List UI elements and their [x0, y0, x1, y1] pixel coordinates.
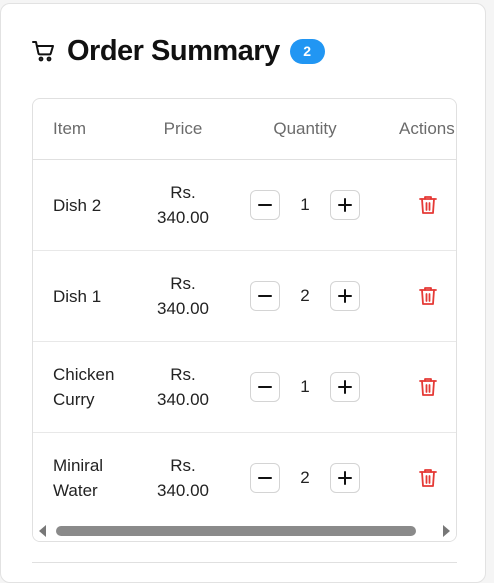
- item-name: Chicken Curry: [53, 365, 115, 409]
- quantity-value: 2: [300, 468, 310, 487]
- scroll-left-arrow-icon[interactable]: [39, 525, 46, 537]
- item-price: Rs. 340.00: [143, 251, 223, 341]
- price-amount: 340.00: [157, 299, 209, 318]
- page-title: Order Summary: [67, 34, 280, 67]
- remove-item-button[interactable]: [417, 285, 439, 307]
- price-currency: Rs.: [170, 183, 196, 202]
- table-row: Miniral Water Rs. 340.00 2: [33, 433, 456, 524]
- increase-quantity-button[interactable]: [330, 372, 360, 402]
- price-amount: 340.00: [157, 208, 209, 227]
- trash-icon: [419, 287, 437, 305]
- quantity-stepper: 1: [250, 342, 360, 432]
- order-table: Item Price Quantity Actions Dish 2 Rs. 34…: [32, 98, 457, 542]
- quantity-stepper: 1: [250, 160, 360, 250]
- remove-item-button[interactable]: [417, 467, 439, 489]
- quantity-value: 1: [300, 195, 310, 214]
- actions-cell: [417, 251, 439, 341]
- item-price: Rs. 340.00: [143, 433, 223, 523]
- remove-item-button[interactable]: [417, 194, 439, 216]
- decrease-quantity-button[interactable]: [250, 463, 280, 493]
- table-row: Dish 2 Rs. 340.00 1: [33, 160, 456, 251]
- price-amount: 340.00: [157, 390, 209, 409]
- trash-icon: [419, 196, 437, 214]
- plus-icon: [338, 289, 352, 303]
- decrease-quantity-button[interactable]: [250, 372, 280, 402]
- increase-quantity-button[interactable]: [330, 281, 360, 311]
- item-price: Rs. 340.00: [143, 160, 223, 250]
- minus-icon: [258, 386, 272, 388]
- plus-icon: [338, 198, 352, 212]
- actions-cell: [417, 433, 439, 523]
- table-header-row: Item Price Quantity Actions: [33, 99, 456, 160]
- item-name: Dish 2: [53, 195, 102, 215]
- column-header-price: Price: [163, 119, 203, 138]
- item-name: Miniral Water: [53, 456, 104, 500]
- scrollbar-thumb[interactable]: [56, 526, 416, 536]
- minus-icon: [258, 477, 272, 479]
- table-row: Dish 1 Rs. 340.00 2: [33, 251, 456, 342]
- scroll-right-arrow-icon[interactable]: [443, 525, 450, 537]
- table-row: Chicken Curry Rs. 340.00 1: [33, 342, 456, 433]
- trash-icon: [419, 378, 437, 396]
- quantity-stepper: 2: [250, 433, 360, 523]
- column-header-quantity: Quantity: [273, 119, 337, 138]
- item-price: Rs. 340.00: [143, 342, 223, 432]
- trash-icon: [419, 469, 437, 487]
- order-summary-card: Order Summary 2 Item Price Quantity Acti…: [0, 3, 486, 583]
- quantity-value: 2: [300, 286, 310, 305]
- decrease-quantity-button[interactable]: [250, 281, 280, 311]
- item-count-badge: 2: [289, 38, 325, 64]
- price-currency: Rs.: [170, 365, 196, 384]
- horizontal-scrollbar[interactable]: [33, 521, 456, 541]
- actions-cell: [417, 342, 439, 432]
- plus-icon: [338, 380, 352, 394]
- increase-quantity-button[interactable]: [330, 463, 360, 493]
- quantity-stepper: 2: [250, 251, 360, 341]
- minus-icon: [258, 204, 272, 206]
- plus-icon: [338, 471, 352, 485]
- quantity-value: 1: [300, 377, 310, 396]
- item-name: Dish 1: [53, 286, 102, 306]
- price-currency: Rs.: [170, 456, 196, 475]
- minus-icon: [258, 295, 272, 297]
- order-table-content: Item Price Quantity Actions Dish 2 Rs. 34…: [33, 99, 456, 524]
- increase-quantity-button[interactable]: [330, 190, 360, 220]
- actions-cell: [417, 160, 439, 250]
- column-header-item: Item: [53, 119, 87, 138]
- cart-icon: [32, 39, 56, 63]
- decrease-quantity-button[interactable]: [250, 190, 280, 220]
- order-summary-header: Order Summary 2: [32, 32, 325, 70]
- column-header-actions: Actions: [399, 119, 455, 138]
- remove-item-button[interactable]: [417, 376, 439, 398]
- price-currency: Rs.: [170, 274, 196, 293]
- divider: [32, 562, 457, 563]
- price-amount: 340.00: [157, 481, 209, 500]
